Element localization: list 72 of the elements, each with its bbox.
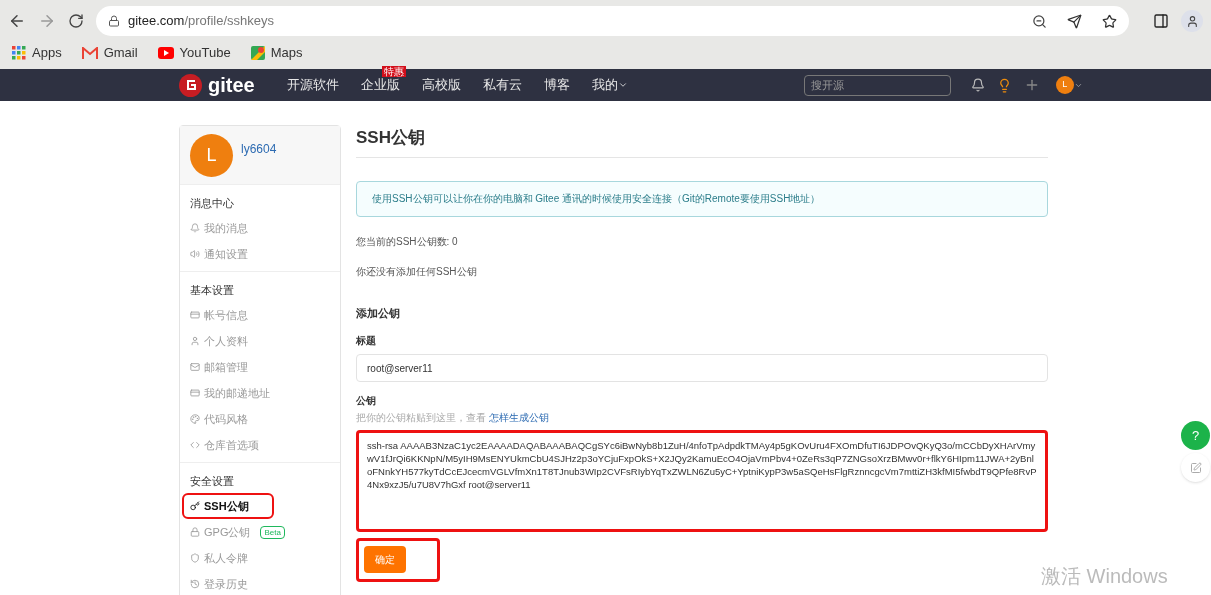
sidebar-item[interactable]: 仓库首选项	[184, 433, 265, 457]
bookmark[interactable]: Maps	[250, 43, 303, 63]
sidebar-item[interactable]: 帐号信息	[184, 303, 254, 327]
nav-link[interactable]: 我的	[591, 75, 618, 95]
history-icon	[190, 579, 200, 589]
empty-message: 你还没有添加任何SSH公钥	[356, 264, 478, 279]
apps-grid-icon	[12, 46, 26, 60]
key-count: 您当前的SSH公钥数: 0	[356, 234, 459, 249]
play-icon	[157, 47, 174, 59]
brand-name[interactable]: gitee	[208, 70, 255, 100]
sidebar-item[interactable]: 我的消息	[184, 216, 254, 240]
map-pin-icon	[250, 46, 265, 60]
mail-icon	[190, 362, 200, 372]
beta-badge: Beta	[260, 525, 285, 539]
caret-icon[interactable]	[617, 80, 628, 90]
send-icon[interactable]	[1067, 13, 1082, 29]
bell-icon[interactable]	[970, 78, 985, 92]
title-field[interactable]: root@server11	[356, 354, 1048, 382]
key-icon	[190, 501, 200, 511]
star-icon[interactable]	[1102, 13, 1117, 29]
edit-icon	[1189, 461, 1202, 474]
sidebar-item[interactable]: 私人令牌	[184, 546, 254, 570]
lock-icon	[108, 15, 120, 27]
group-title: 消息中心	[189, 196, 235, 211]
nav-link[interactable]: 私有云	[482, 75, 522, 95]
field-label: 公钥	[356, 394, 377, 408]
speaker-icon	[190, 249, 200, 259]
sidebar-item[interactable]: 代码风格	[184, 407, 254, 431]
bookmark[interactable]: YouTube	[157, 43, 231, 63]
page-title: SSH公钥	[356, 125, 1048, 158]
nav-link[interactable]: 高校版	[421, 75, 461, 95]
card-icon	[190, 310, 200, 320]
side-panel-icon[interactable]	[1153, 13, 1169, 29]
zoom-out-icon[interactable]	[1032, 13, 1047, 29]
url-text: gitee.com/profile/sshkeys	[128, 12, 275, 31]
sidebar-item[interactable]: 邮箱管理	[184, 355, 254, 379]
back-icon[interactable]	[8, 12, 26, 30]
sidebar-item[interactable]: 登录历史	[184, 572, 254, 595]
reload-icon[interactable]	[68, 13, 84, 29]
bookmark[interactable]: Apps	[12, 43, 62, 63]
promo-badge: 特惠	[381, 66, 406, 78]
bookmark[interactable]: Gmail	[81, 43, 138, 63]
public-key-field[interactable]: ssh-rsa AAAAB3NzaC1yc2EAAAADAQABAAABAQCgSYc6iBwNyb8b1ZuH/4nfoTpAdpdkTMAy4p5gKOvUru4FXOmDfuTI6JDPOvQKyQ3o/mCCbDyXHArVmywV1fJrQi6KKNpN/M5yIH9MsENYUkmCbU4SJHz2p3oYCjuFxpOkS+X2JQy2KamuEcO4OjaVmPbv4+0ZeRs3qP7ZNGsoXrzBMwv0r+flkY6HIpm11JWA+2yBnloFNnkYH577kyTdCcEJcecmVGLVfmXn1T8TJnub3WIp2CVFsRIybYqTxZWLN6Zu5yC+YptniKypP3w5aSQeHsFlgRznncgcVm7mttiZH3kfMI5fwbdT9QPfe8RvP4Nx9xzJ5/u7U8V7hGxf root@server11	[356, 430, 1048, 532]
shield-icon	[190, 553, 200, 563]
person-icon	[1185, 14, 1199, 28]
mail-icon	[81, 47, 98, 59]
field-hint: 把你的公钥粘贴到这里，查看 怎样生成公钥	[356, 411, 550, 425]
group-title: 基本设置	[189, 283, 235, 298]
card-icon	[190, 388, 200, 398]
sidebar-item[interactable]: 通知设置	[184, 242, 254, 266]
lock-icon	[190, 527, 200, 537]
search-field[interactable]: 搜开源	[803, 74, 951, 96]
sidebar-item[interactable]: 我的邮递地址	[184, 381, 276, 405]
nav-link[interactable]: 博客	[543, 75, 570, 95]
group-title: 安全设置	[189, 474, 235, 489]
help-link[interactable]: 怎样生成公钥	[488, 412, 549, 423]
activation-watermark: 激活 Windows	[1041, 564, 1168, 589]
user-icon	[190, 336, 200, 346]
code-icon	[190, 440, 200, 450]
field-label: 标题	[356, 334, 377, 348]
address-bar[interactable]: gitee.com/profile/sshkeys	[96, 6, 1129, 36]
username-link[interactable]: ly6604	[241, 140, 277, 158]
bell-icon	[190, 223, 200, 233]
profile-avatar[interactable]	[1181, 10, 1203, 32]
sidebar-item[interactable]: GPG公钥	[184, 520, 257, 544]
sidebar-item[interactable]: SSH公钥	[184, 494, 272, 518]
info-notice: 使用SSH公钥可以让你在你的电脑和 Gitee 通讯的时候使用安全连接（Git的Remote要使用SSH地址）	[356, 180, 1048, 217]
nav-link[interactable]: 开源软件	[286, 75, 339, 95]
sidebar-item[interactable]: 个人资料	[184, 329, 254, 353]
palette-icon	[190, 414, 200, 424]
form-title: 添加公钥	[356, 305, 401, 321]
logo-icon[interactable]	[179, 73, 202, 97]
